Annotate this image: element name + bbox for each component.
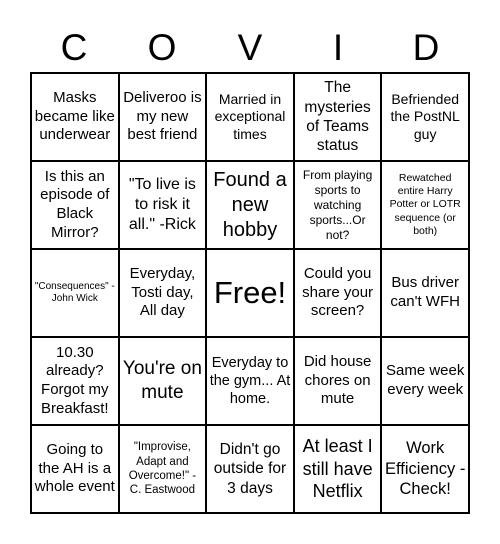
- cell-text: Bus driver can't WFH: [390, 274, 460, 310]
- cell-text: Did house chores on mute: [303, 352, 372, 408]
- bingo-grid: Masks became like underwear Deliveroo is …: [30, 72, 470, 514]
- header-letter: C: [60, 27, 88, 68]
- bingo-cell[interactable]: From playing sports to watching sports..…: [293, 161, 382, 249]
- header-letter: O: [147, 27, 177, 68]
- bingo-cell[interactable]: You're on mute: [118, 337, 207, 425]
- cell-text: Free!: [213, 274, 287, 310]
- bingo-cell[interactable]: Befriended the PostNL guy: [381, 73, 469, 161]
- bingo-cell[interactable]: Found a new hobby: [206, 161, 294, 249]
- header-letter: I: [332, 27, 344, 68]
- cell-text: At least I still have Netflix: [302, 436, 373, 502]
- bingo-cell[interactable]: The mysteries of Teams status: [293, 73, 382, 161]
- bingo-cell[interactable]: Is this an episode of Black Mirror?: [31, 161, 119, 249]
- bingo-cell[interactable]: "Improvise, Adapt and Overcome!" - C. Ea…: [118, 425, 207, 513]
- cell-text: Masks became like underwear: [34, 88, 115, 144]
- bingo-cell[interactable]: Rewatched entire Harry Potter or LOTR se…: [381, 161, 469, 249]
- cell-text: Going to the AH is a whole event: [34, 440, 115, 496]
- bingo-cell[interactable]: Everyday, Tosti day, All day: [118, 249, 207, 337]
- free-space-cell[interactable]: Free!: [206, 249, 294, 337]
- cell-text: Didn't go outside for 3 days: [213, 440, 287, 497]
- cell-text: You're on mute: [122, 358, 202, 403]
- cell-text: "To live is to risk it all." -Rick: [128, 176, 196, 233]
- bingo-cell[interactable]: "To live is to risk it all." -Rick: [118, 161, 207, 249]
- cell-text: Is this an episode of Black Mirror?: [40, 167, 110, 241]
- bingo-cell[interactable]: Everyday to the gym... At home.: [206, 337, 294, 425]
- header-letter: D: [412, 27, 440, 68]
- cell-text: Deliveroo is my new best friend: [123, 88, 202, 144]
- bingo-cell[interactable]: Work Efficiency - Check!: [381, 425, 469, 513]
- cell-text: Same week every week: [386, 362, 465, 398]
- bingo-cell[interactable]: Married in exceptional times: [206, 73, 294, 161]
- cell-text: Married in exceptional times: [214, 90, 286, 142]
- cell-text: "Improvise, Adapt and Overcome!" - C. Ea…: [128, 441, 197, 497]
- header-letter: V: [237, 27, 263, 68]
- cell-text: From playing sports to watching sports..…: [302, 167, 373, 242]
- bingo-cell[interactable]: Masks became like underwear: [31, 73, 119, 161]
- cell-text: Could you share your screen?: [302, 264, 374, 320]
- bingo-cell[interactable]: Going to the AH is a whole event: [31, 425, 119, 513]
- cell-text: Everyday, Tosti day, All day: [129, 264, 196, 320]
- cell-text: Everyday to the gym... At home.: [209, 354, 291, 408]
- bingo-header: COVID: [30, 28, 470, 68]
- cell-text: The mysteries of Teams status: [304, 79, 371, 155]
- cell-text: 10.30 already? Forgot my Breakfast!: [41, 343, 109, 417]
- bingo-cell[interactable]: 10.30 already? Forgot my Breakfast!: [31, 337, 119, 425]
- cell-text: "Consequences" - John Wick: [34, 280, 115, 305]
- cell-text: Befriended the PostNL guy: [390, 90, 460, 142]
- bingo-cell[interactable]: Deliveroo is my new best friend: [118, 73, 207, 161]
- bingo-cell[interactable]: Did house chores on mute: [293, 337, 382, 425]
- bingo-cell[interactable]: Same week every week: [381, 337, 469, 425]
- cell-text: Work Efficiency - Check!: [384, 439, 466, 499]
- bingo-cell[interactable]: Didn't go outside for 3 days: [206, 425, 294, 513]
- cell-text: Rewatched entire Harry Potter or LOTR se…: [389, 172, 461, 237]
- bingo-cell[interactable]: At least I still have Netflix: [293, 425, 382, 513]
- cell-text: Found a new hobby: [213, 168, 287, 241]
- bingo-cell[interactable]: Could you share your screen?: [293, 249, 382, 337]
- bingo-cell[interactable]: Bus driver can't WFH: [381, 249, 469, 337]
- bingo-cell[interactable]: "Consequences" - John Wick: [31, 249, 119, 337]
